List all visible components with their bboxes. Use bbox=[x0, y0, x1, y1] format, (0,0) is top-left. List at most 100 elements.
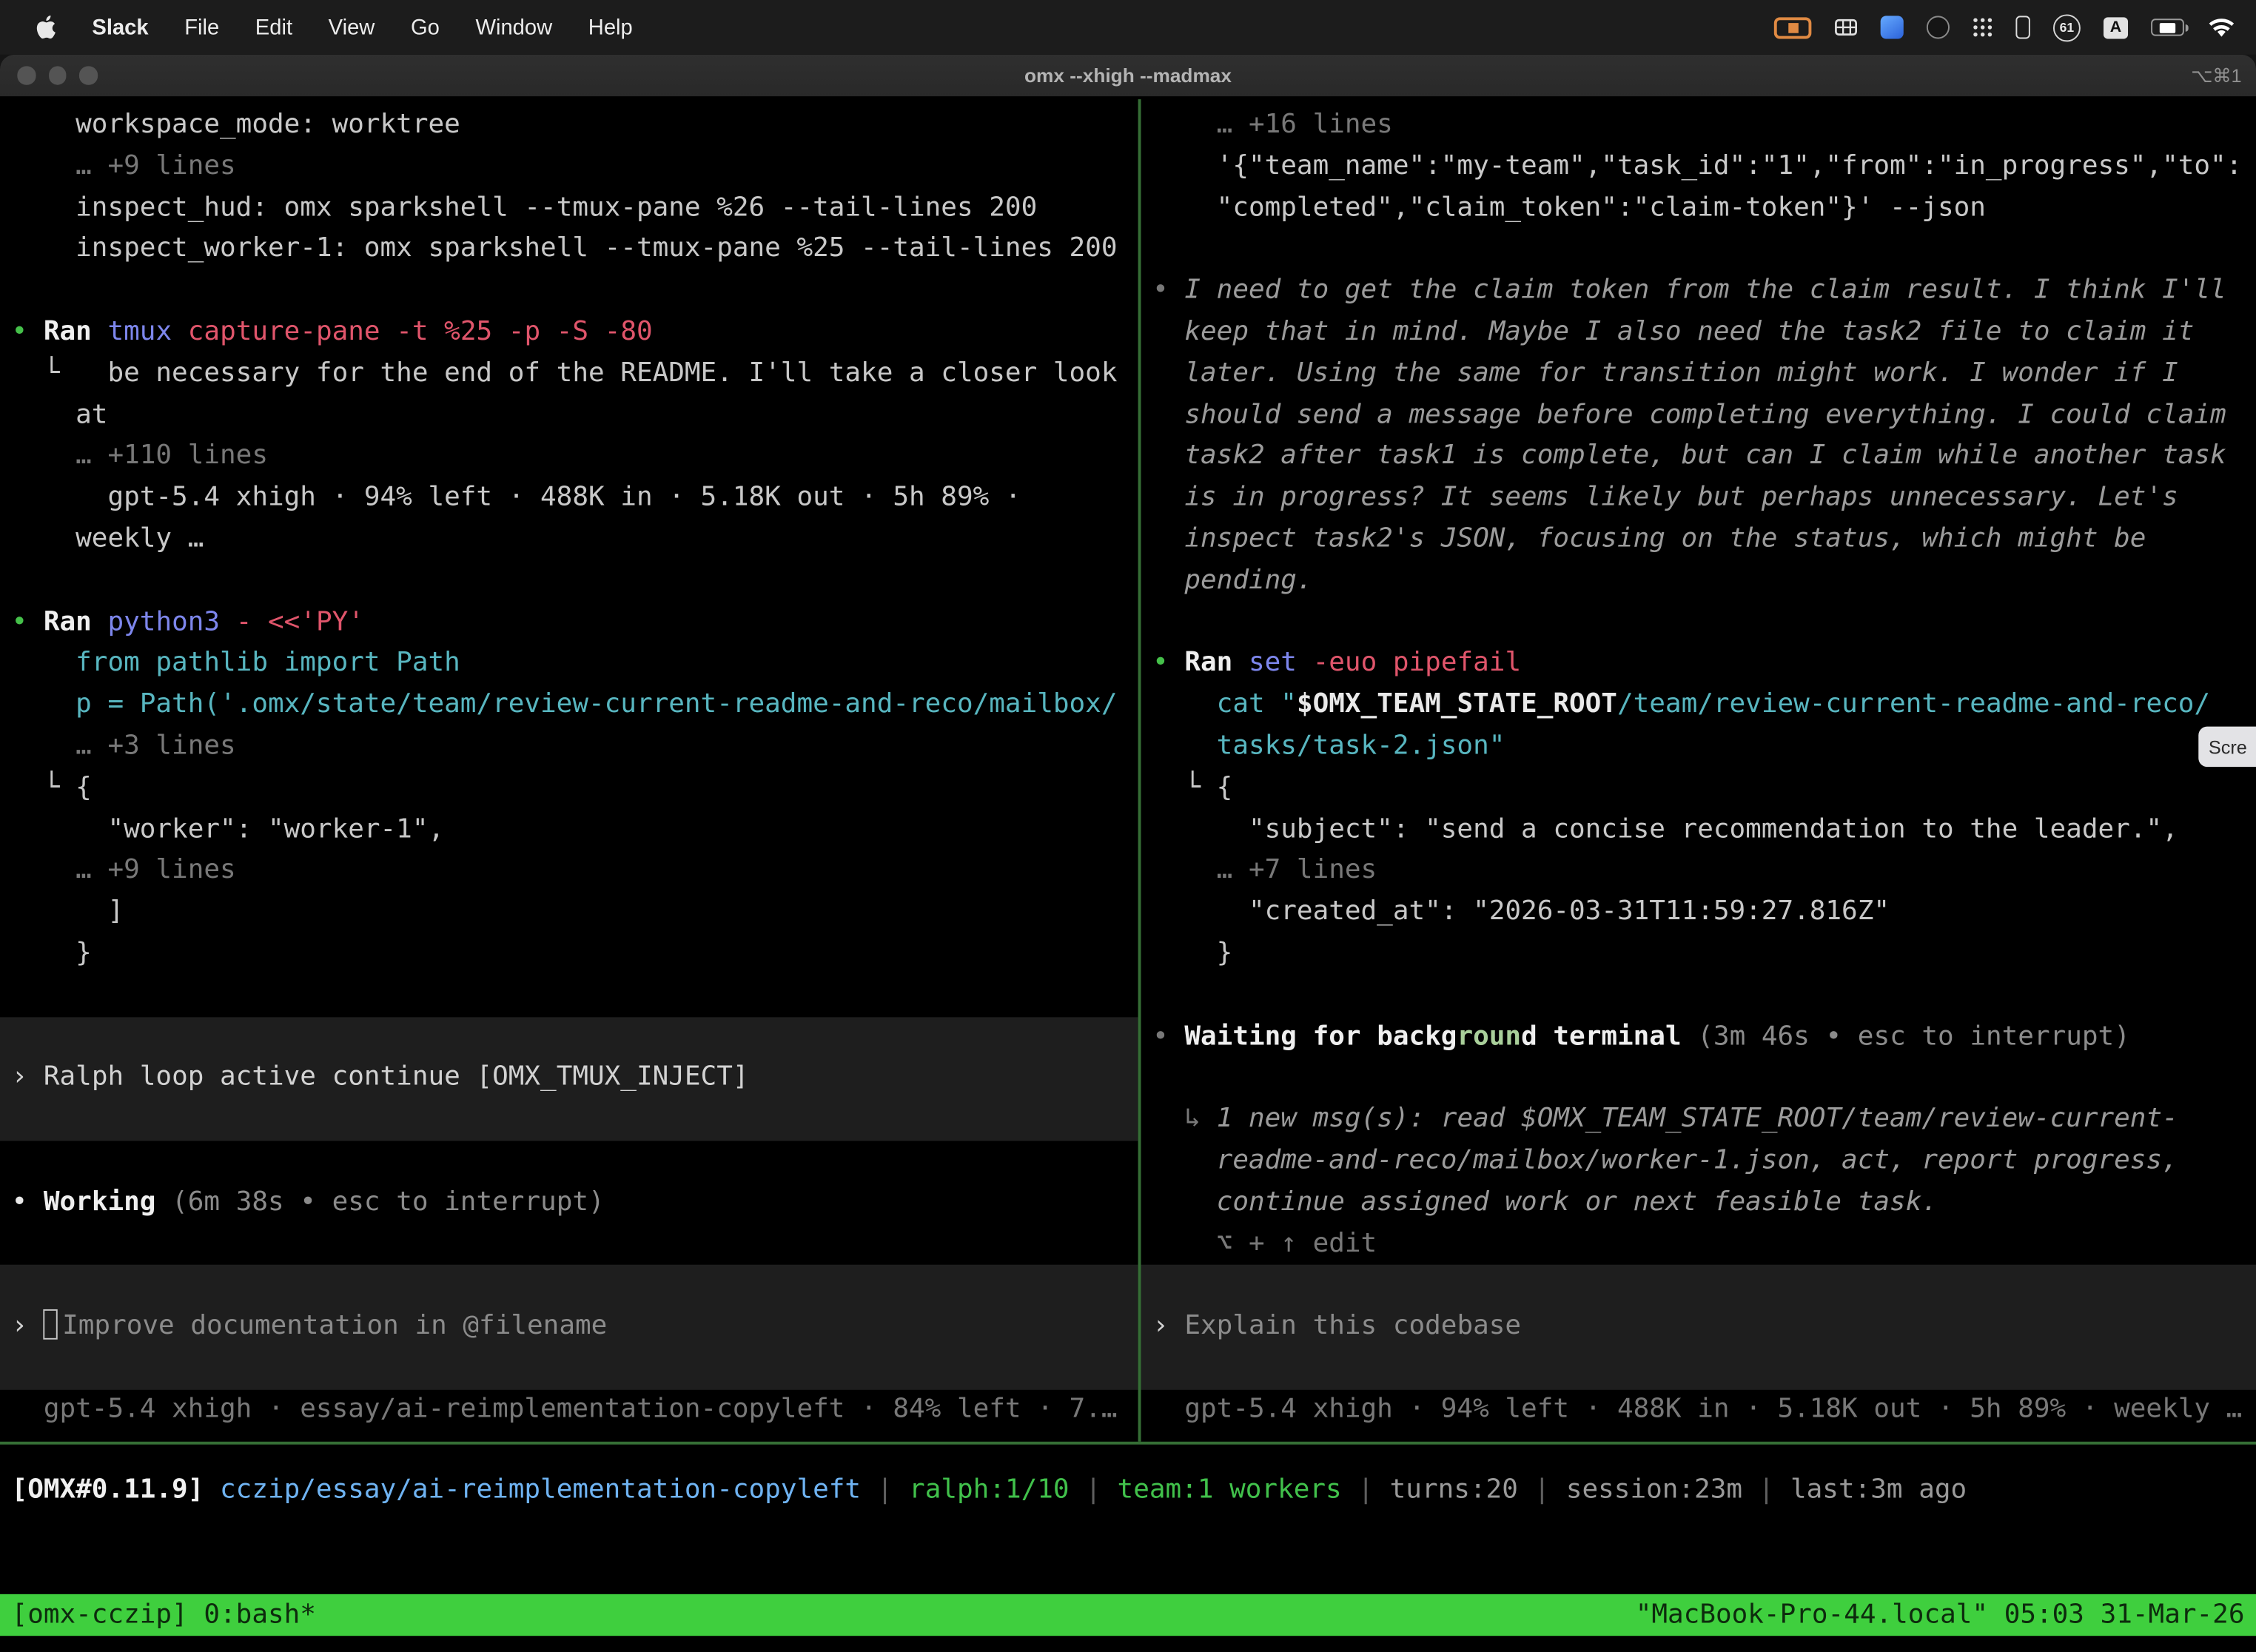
waiting-label: d terminal bbox=[1521, 1021, 1697, 1051]
minimize-button[interactable] bbox=[48, 67, 66, 84]
blue-app-icon[interactable] bbox=[1881, 16, 1904, 38]
terminal-line: "completed","claim_token":"claim-token"}… bbox=[1141, 188, 2256, 229]
command-output: "worker": "worker-1", bbox=[0, 810, 1138, 851]
waiting-status: • Waiting for background terminal (3m 46… bbox=[1141, 1016, 2256, 1058]
menu-edit[interactable]: Edit bbox=[255, 15, 292, 39]
separator: | bbox=[1070, 1474, 1118, 1505]
command-name: tmux bbox=[107, 317, 187, 347]
bullet-icon: • bbox=[12, 1186, 44, 1217]
menu-view[interactable]: View bbox=[329, 15, 375, 39]
thinking-line: keep that in mind. Maybe I also need the… bbox=[1141, 312, 2256, 354]
notification-line: continue assigned work or next feasible … bbox=[1141, 1182, 2256, 1223]
screen-share-popup[interactable]: Scre bbox=[2198, 727, 2256, 767]
menu-help[interactable]: Help bbox=[588, 15, 633, 39]
terminal-line: inspect_hud: omx sparkshell --tmux-pane … bbox=[0, 188, 1138, 229]
working-status: • Working (6m 38s • esc to interrupt) bbox=[0, 1182, 1138, 1223]
app-menu-slack[interactable]: Slack bbox=[92, 15, 148, 39]
thinking-line: inspect task2's JSON, focusing on the st… bbox=[1141, 520, 2256, 561]
terminal-line: workspace_mode: worktree bbox=[0, 105, 1138, 147]
command-output: at bbox=[0, 395, 1138, 437]
command-line: • Ran set -euo pipefail bbox=[1141, 644, 2256, 685]
command-output: } bbox=[1141, 933, 2256, 975]
zoom-button[interactable] bbox=[79, 67, 97, 84]
menu-window[interactable]: Window bbox=[475, 15, 552, 39]
composer-line: › Improve documentation in @filename bbox=[0, 1306, 1138, 1348]
thinking-text: I need to get the claim token from the c… bbox=[1184, 275, 2226, 306]
prompt-chevron: › bbox=[12, 1062, 44, 1092]
omx-session-time: session:23m bbox=[1566, 1474, 1742, 1505]
omx-version: [OMX#0.11.9] bbox=[12, 1474, 220, 1505]
prompt-chevron: › bbox=[12, 1311, 44, 1341]
prompt-chevron: › bbox=[1152, 1311, 1184, 1341]
composer-input[interactable]: › Improve documentation in @filename bbox=[0, 1265, 1138, 1389]
blank-line bbox=[1141, 602, 2256, 644]
command-output: ] bbox=[0, 892, 1138, 933]
badge-61-icon[interactable]: 61 bbox=[2053, 13, 2081, 41]
command-name: python3 bbox=[107, 606, 235, 637]
session-status-line: gpt-5.4 xhigh · 94% left · 488K in · 5.1… bbox=[1141, 1389, 2256, 1431]
command-output: └ { bbox=[1141, 768, 2256, 810]
recording-dot bbox=[1787, 22, 1798, 33]
bullet-icon: • bbox=[1152, 648, 1184, 678]
thinking-line: should send a message before completing … bbox=[1141, 395, 2256, 437]
terminal-line: … +9 lines bbox=[0, 147, 1138, 188]
menu-file[interactable]: File bbox=[184, 15, 219, 39]
window-title: omx --xhigh --madmax bbox=[0, 64, 2256, 86]
tmux-pane-left[interactable]: workspace_mode: worktree … +9 lines insp… bbox=[0, 99, 1138, 1442]
composer-placeholder: Explain this codebase bbox=[1184, 1311, 1521, 1341]
text-cursor-icon bbox=[44, 1309, 58, 1340]
notification-line: ↳ 1 new msg(s): read $OMX_TEAM_STATE_ROO… bbox=[1141, 1099, 2256, 1141]
dots-grid-icon[interactable] bbox=[1973, 17, 1993, 37]
queued-message-line: › Ralph loop active continue [OMX_TMUX_I… bbox=[0, 1058, 1138, 1099]
battery-icon[interactable] bbox=[2151, 19, 2184, 36]
composer-line: › Explain this codebase bbox=[1141, 1306, 2256, 1348]
device-icon[interactable] bbox=[2015, 16, 2030, 38]
command-name: set bbox=[1249, 648, 1313, 678]
command-output: "created_at": "2026-03-31T11:59:27.816Z" bbox=[1141, 892, 2256, 933]
tmux-session-window: [omx-cczip] 0:bash* bbox=[12, 1600, 316, 1631]
dark-circle-icon[interactable] bbox=[1927, 16, 1950, 38]
ran-label: Ran bbox=[44, 317, 108, 347]
traffic-lights bbox=[0, 67, 97, 84]
input-source-icon[interactable]: A bbox=[2104, 16, 2128, 38]
wifi-icon[interactable] bbox=[2207, 16, 2236, 38]
command-output: gpt-5.4 xhigh · 94% left · 488K in · 5.1… bbox=[0, 478, 1138, 520]
command-code: tasks/task-2.json" bbox=[1141, 727, 2256, 768]
elided-lines: … +16 lines bbox=[1141, 105, 2256, 147]
apple-menu-icon[interactable] bbox=[35, 14, 56, 40]
command-args: - <<'PY' bbox=[236, 606, 364, 637]
command-output: } bbox=[0, 933, 1138, 975]
elided-lines: … +7 lines bbox=[1141, 851, 2256, 893]
command-code: p = Path('.omx/state/team/review-current… bbox=[0, 685, 1138, 727]
grid-icon[interactable] bbox=[1834, 19, 1857, 36]
command-output: └ { bbox=[0, 768, 1138, 810]
screen-recording-indicator-icon[interactable] bbox=[1774, 16, 1812, 38]
elided-lines: … +9 lines bbox=[0, 851, 1138, 893]
queued-message[interactable]: › Ralph loop active continue [OMX_TMUX_I… bbox=[0, 1016, 1138, 1141]
blank-line bbox=[0, 975, 1138, 1016]
tmux-status-bar[interactable]: [omx-cczip] 0:bash* "MacBook-Pro-44.loca… bbox=[0, 1594, 2256, 1636]
working-meta: (6m 38s • esc to interrupt) bbox=[172, 1186, 605, 1217]
menu-go[interactable]: Go bbox=[411, 15, 440, 39]
composer-input[interactable]: › Explain this codebase bbox=[1141, 1265, 2256, 1389]
bullet-icon: • bbox=[1152, 1021, 1184, 1051]
command-code: from pathlib import Path bbox=[0, 644, 1138, 685]
tmux-pane-right[interactable]: … +16 lines '{"team_name":"my-team","tas… bbox=[1141, 99, 2256, 1442]
omx-turns: turns:20 bbox=[1390, 1474, 1518, 1505]
command-line: • Ran tmux capture-pane -t %25 -p -S -80 bbox=[0, 312, 1138, 354]
bullet-icon: • bbox=[1152, 275, 1184, 306]
thinking-line: is in progress? It seems likely but perh… bbox=[1141, 478, 2256, 520]
reply-arrow-icon: ↳ bbox=[1152, 1104, 1217, 1134]
bullet-icon: • bbox=[12, 317, 44, 347]
title-bar[interactable]: omx --xhigh --madmax ⌥⌘1 bbox=[0, 55, 2256, 98]
thinking-line: later. Using the same for transition mig… bbox=[1141, 354, 2256, 395]
notification-line: readme-and-reco/mailbox/worker-1.json, a… bbox=[1141, 1141, 2256, 1182]
queued-message-text: Ralph loop active continue [OMX_TMUX_INJ… bbox=[44, 1062, 749, 1092]
close-button[interactable] bbox=[17, 67, 35, 84]
ran-label: Ran bbox=[44, 606, 108, 637]
tmux-host-clock: "MacBook-Pro-44.local" 05:03 31-Mar-26 bbox=[1636, 1600, 2245, 1631]
bullet-icon: • bbox=[12, 606, 44, 637]
tmux-session: workspace_mode: worktree … +9 lines insp… bbox=[0, 99, 2256, 1651]
separator: | bbox=[1518, 1474, 1566, 1505]
command-output: weekly … bbox=[0, 520, 1138, 561]
